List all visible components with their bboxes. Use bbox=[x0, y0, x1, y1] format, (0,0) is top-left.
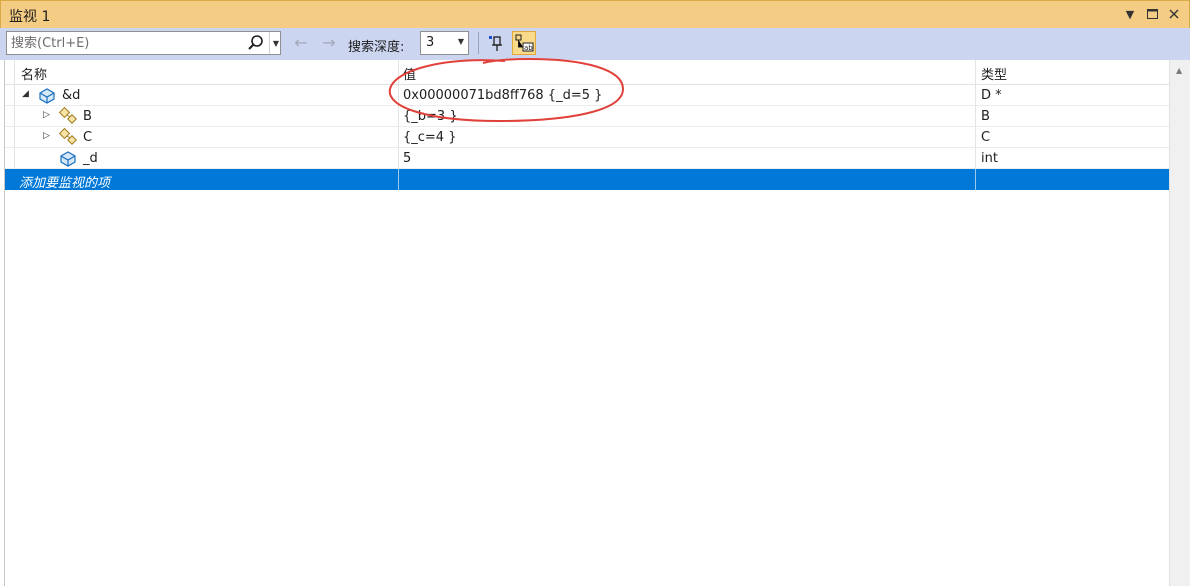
row-name: B bbox=[83, 109, 92, 124]
search-icon[interactable] bbox=[247, 34, 265, 52]
raw-format-icon[interactable]: ab bbox=[512, 31, 536, 55]
variable-icon bbox=[38, 86, 56, 104]
toolbar-separator bbox=[478, 32, 479, 54]
row-name: _d bbox=[83, 151, 98, 166]
grid-header: 名称 值 类型 bbox=[5, 60, 1170, 85]
row-name: C bbox=[83, 130, 93, 145]
column-header-name[interactable]: 名称 bbox=[21, 64, 47, 83]
row-value[interactable]: 0x00000071bd8ff768 {_d=5 } bbox=[403, 88, 602, 103]
collapse-icon[interactable]: ◢ bbox=[22, 89, 29, 99]
window-title-bar: 监视 1 ▼ bbox=[0, 0, 1190, 28]
table-row[interactable]: ▷ B {_b=3 } B bbox=[5, 106, 1170, 127]
search-depth-label: 搜索深度: bbox=[348, 40, 405, 55]
chevron-down-icon[interactable]: ▼ bbox=[1121, 5, 1139, 23]
window-title: 监视 1 bbox=[9, 9, 51, 25]
table-row[interactable]: ▷ C {_c=4 } C bbox=[5, 127, 1170, 148]
chevron-down-icon: ▼ bbox=[457, 37, 464, 46]
search-box[interactable]: ▼ bbox=[6, 31, 281, 55]
base-class-icon bbox=[58, 106, 77, 125]
table-row[interactable]: ◢ &d 0x00000071bd8ff768 {_d=5 } D * bbox=[5, 85, 1170, 106]
scroll-up-icon[interactable]: ▲ bbox=[1176, 66, 1182, 75]
row-value[interactable]: 5 bbox=[403, 151, 411, 166]
field-icon bbox=[59, 149, 77, 167]
column-divider bbox=[398, 169, 399, 190]
expand-icon[interactable]: ▷ bbox=[43, 131, 50, 141]
search-input[interactable] bbox=[11, 34, 243, 52]
watch-grid: 名称 值 类型 ◢ &d 0x00000071bd8ff768 {_d=5 } … bbox=[4, 60, 1170, 586]
search-depth-select[interactable]: 3 ▼ bbox=[420, 31, 469, 55]
row-value[interactable]: {_b=3 } bbox=[403, 109, 458, 124]
table-row[interactable]: _d 5 int bbox=[5, 148, 1170, 169]
svg-text:ab: ab bbox=[524, 44, 533, 52]
add-watch-row[interactable]: 添加要监视的项 bbox=[5, 169, 1170, 191]
row-type: B bbox=[981, 109, 990, 124]
column-divider bbox=[975, 169, 976, 190]
vertical-scrollbar[interactable]: ▲ bbox=[1169, 60, 1190, 586]
expand-icon[interactable]: ▷ bbox=[43, 110, 50, 120]
base-class-icon bbox=[58, 127, 77, 146]
row-name: &d bbox=[62, 88, 81, 103]
column-header-value[interactable]: 值 bbox=[403, 64, 416, 83]
row-type: int bbox=[981, 151, 998, 166]
back-arrow-icon[interactable]: ← bbox=[291, 34, 311, 52]
row-type: D * bbox=[981, 88, 1002, 103]
search-dropdown-icon[interactable]: ▼ bbox=[269, 32, 282, 54]
add-watch-placeholder[interactable]: 添加要监视的项 bbox=[19, 172, 110, 191]
row-value[interactable]: {_c=4 } bbox=[403, 130, 457, 145]
column-header-type[interactable]: 类型 bbox=[981, 64, 1007, 83]
pin-icon[interactable] bbox=[484, 31, 508, 55]
search-depth-value: 3 bbox=[426, 35, 435, 50]
close-icon[interactable] bbox=[1165, 5, 1183, 23]
row-type: C bbox=[981, 130, 991, 145]
forward-arrow-icon[interactable]: → bbox=[319, 34, 339, 52]
watch-toolbar: ▼ ← → 搜索深度: 3 ▼ ab bbox=[0, 28, 1190, 60]
maximize-icon[interactable] bbox=[1143, 5, 1161, 23]
